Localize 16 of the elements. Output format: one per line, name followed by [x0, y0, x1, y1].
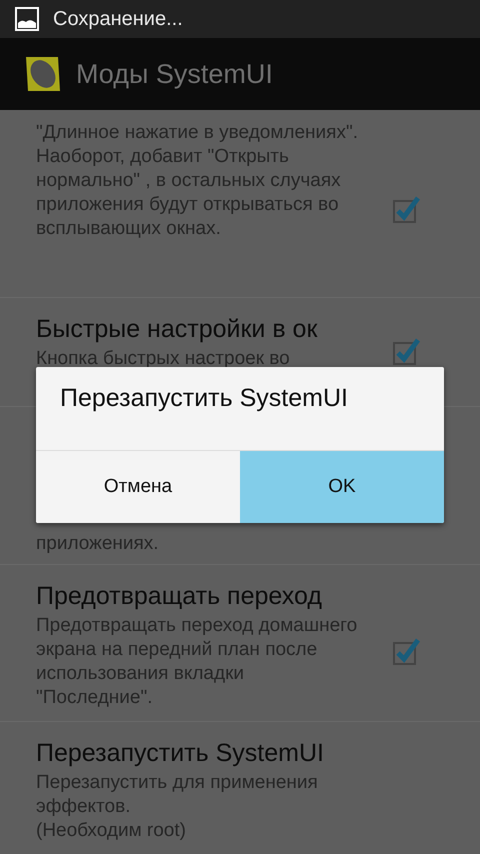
ok-button[interactable]: OK — [240, 451, 444, 523]
app-icon — [24, 55, 62, 93]
setting-summary: "Длинное нажатие в уведомлениях". Наоборот, добавит "Открыть нормально" , в остальных случаях приложения будут открываться во всплывающих окнах. — [36, 121, 359, 241]
notification-text: Сохранение... — [53, 8, 183, 30]
setting-title: Быстрые настройки в ок — [36, 314, 318, 344]
setting-summary: Предотвращать переход домашнего экрана на передний план после использования вкладки "Последние". — [36, 614, 358, 710]
checkbox[interactable] — [392, 194, 422, 224]
setting-title: Перезапустить SystemUI — [36, 738, 325, 768]
app-title: Моды SystemUI — [76, 58, 273, 90]
setting-summary: Перезапустить для применения эффектов. (Необходим root) — [36, 771, 319, 843]
setting-title: Предотвращать переход — [36, 581, 323, 611]
checkbox[interactable] — [392, 336, 422, 366]
setting-summary: приложениях. — [36, 532, 160, 556]
image-icon — [15, 7, 39, 31]
cancel-button[interactable]: Отмена — [36, 451, 240, 523]
checkbox[interactable] — [392, 636, 422, 666]
